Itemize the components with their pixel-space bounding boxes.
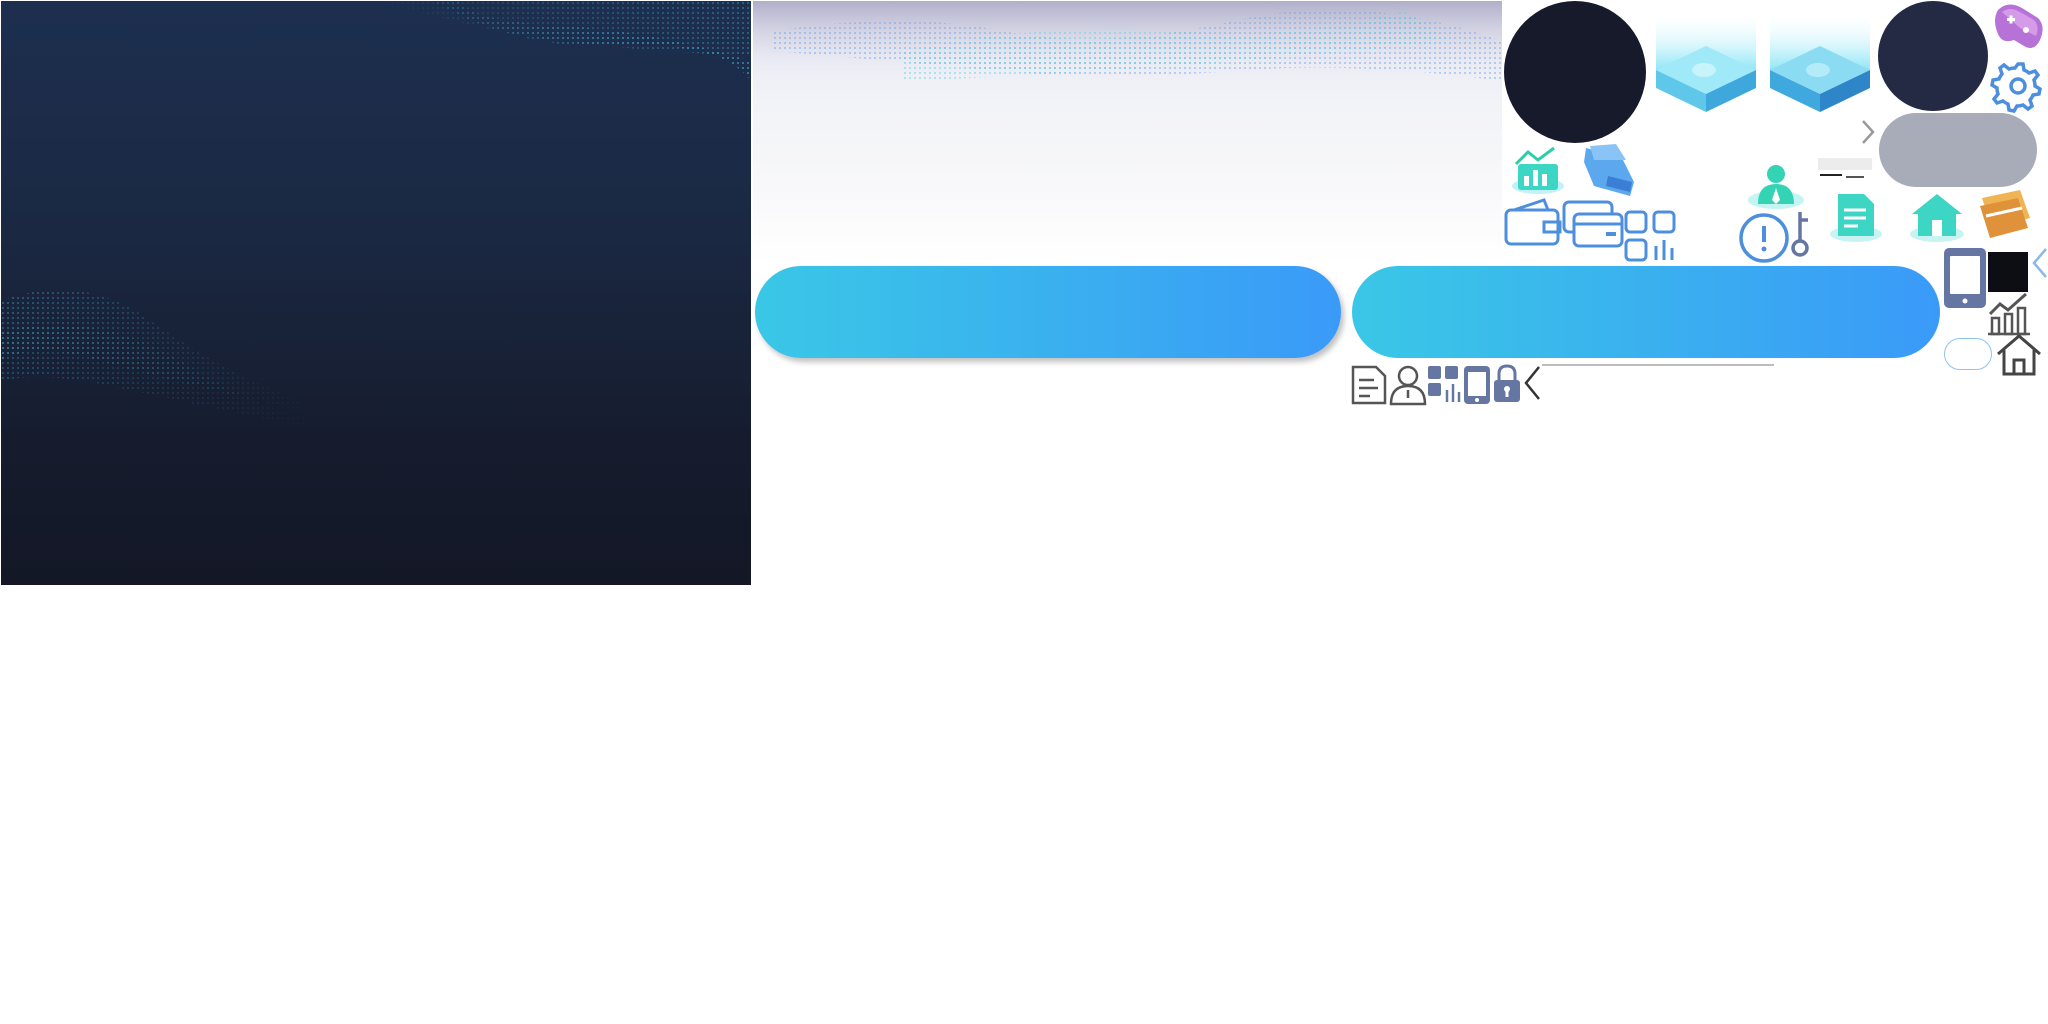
bar-chart-outline-icon <box>1988 292 2030 336</box>
dark-circle-large <box>1504 1 1646 143</box>
credit-card-iso-icon <box>1980 190 2030 238</box>
light-wave-particles <box>753 1 1502 91</box>
iso-tile-blue <box>1770 10 1870 112</box>
home-iso-icon <box>1910 194 1964 242</box>
iso-tile-light <box>1656 10 1756 112</box>
gear-icon[interactable] <box>1990 58 2046 114</box>
chevron-right-icon[interactable] <box>1860 118 1876 146</box>
home-outline-icon[interactable] <box>1996 334 2042 376</box>
wallet-outline-icon <box>1504 198 1562 246</box>
alert-circle-icon <box>1739 213 1789 263</box>
cards-outline-icon <box>1562 200 1624 248</box>
apps-grid-icon <box>1624 210 1676 262</box>
primary-pill-button-flat[interactable] <box>1352 266 1940 358</box>
document-iso-icon <box>1830 194 1882 242</box>
back-arrow-icon[interactable] <box>1522 364 1542 402</box>
divider-line <box>1542 364 1774 366</box>
phone-icon <box>1464 366 1490 404</box>
lock-icon <box>1494 364 1520 402</box>
document-outline-icon <box>1351 365 1387 405</box>
gray-pill-button[interactable] <box>1879 113 2037 187</box>
dark-wave-particles <box>1 1 751 426</box>
user-outline-icon <box>1389 365 1427 406</box>
light-wave-header <box>753 1 1502 263</box>
key-icon <box>1791 212 1809 257</box>
dark-circle-small <box>1878 1 1988 111</box>
grid-chart-icon <box>1428 366 1461 402</box>
user-iso-icon <box>1748 165 1804 209</box>
dash-lines-placeholder <box>1818 158 1872 180</box>
analytics-iso-icon <box>1512 146 1564 194</box>
outline-pill-button[interactable] <box>1944 338 1992 370</box>
tablet-icon <box>1944 248 1986 308</box>
dark-wave-background <box>1 1 751 585</box>
black-swatch <box>1988 252 2028 292</box>
wallet-iso-icon <box>1584 144 1634 196</box>
chevron-left-icon[interactable] <box>2030 246 2048 280</box>
primary-pill-button[interactable] <box>755 266 1341 358</box>
gamepad-iso-icon <box>1995 4 2043 49</box>
